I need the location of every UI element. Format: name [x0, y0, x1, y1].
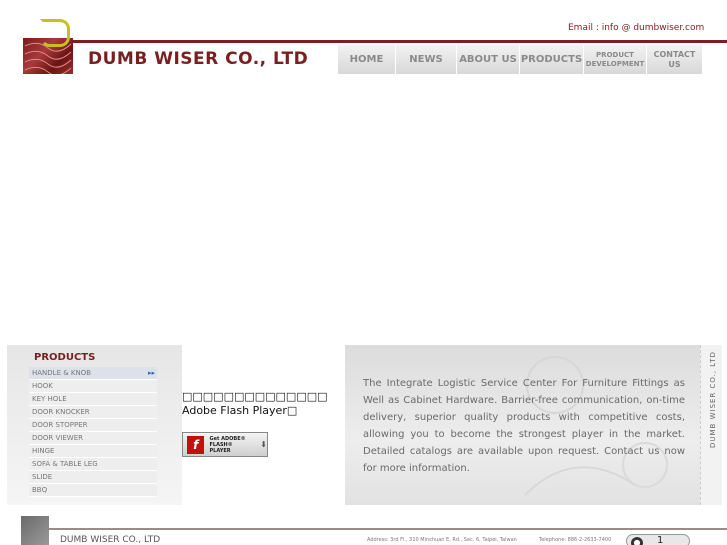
category-label: HANDLE & KNOB [32, 369, 92, 377]
category-item[interactable]: SOFA & TABLE LEG [29, 458, 157, 471]
email-link[interactable]: Email : info @ dumbwiser.com [568, 23, 704, 33]
footer-company-name: DUMB WISER CO., LTD [60, 535, 161, 545]
like-count: 1 [657, 535, 664, 545]
footer-divider [23, 528, 727, 530]
flash-badge-line2: FLASH® PLAYER [209, 441, 233, 454]
about-description: The Integrate Logistic Service Center Fo… [363, 378, 685, 474]
category-item[interactable]: HANDLE & KNOB ▸▸ [29, 367, 157, 380]
category-label: KEY HOLE [32, 395, 67, 403]
category-item[interactable]: HINGE [29, 445, 157, 458]
category-item[interactable]: DOOR KNOCKER [29, 406, 157, 419]
category-item[interactable]: HOOK [29, 380, 157, 393]
footer-address: Address: 3rd Fl., 310 Minchuan E. Rd., S… [367, 537, 517, 543]
category-label: SOFA & TABLE LEG [32, 460, 98, 468]
nav-contact-us[interactable]: CONTACT US [647, 45, 703, 74]
category-label: DOOR STOPPER [32, 421, 88, 429]
footer-logo [21, 516, 49, 545]
flash-badge-label: Get ADOBE® FLASH® PLAYER [209, 436, 254, 454]
download-arrow-icon: ⬇ [260, 440, 267, 449]
header-divider [23, 40, 727, 43]
footer-phone: Telephone: 886-2-2633-7400 [539, 537, 612, 543]
vertical-company-label: DUMB WISER CO., LTD [709, 351, 717, 448]
products-heading: PRODUCTS [34, 352, 96, 363]
nav-home[interactable]: HOME [338, 45, 396, 74]
page: Email : info @ dumbwiser.com DUMB WISER … [0, 0, 727, 545]
flash-area [182, 345, 344, 505]
category-label: SLIDE [32, 473, 53, 481]
category-item[interactable]: DOOR VIEWER [29, 432, 157, 445]
nav-about-us[interactable]: ABOUT US [457, 45, 520, 74]
category-label: HINGE [32, 447, 55, 455]
main-nav: HOME NEWS ABOUT US PRODUCTS PRODUCT DEVE… [338, 45, 703, 74]
get-flash-player-button[interactable]: f Get ADOBE® FLASH® PLAYER ⬇ [182, 432, 268, 457]
like-icon: ● [631, 537, 643, 545]
logo-mark-icon [40, 19, 70, 47]
category-label: HOOK [32, 382, 53, 390]
category-item[interactable]: BBQ [29, 484, 157, 497]
category-label: DOOR VIEWER [32, 434, 83, 442]
category-list: HANDLE & KNOB ▸▸ HOOK KEY HOLE DOOR KNOCK… [29, 367, 157, 497]
nav-product-development[interactable]: PRODUCT DEVELOPMENT [584, 45, 647, 74]
arrow-right-icon: ▸▸ [147, 369, 155, 377]
category-label: DOOR KNOCKER [32, 408, 90, 416]
category-item[interactable]: KEY HOLE [29, 393, 157, 406]
nav-news[interactable]: NEWS [396, 45, 457, 74]
company-name: DUMB WISER CO., LTD [88, 49, 309, 69]
flash-icon: f [187, 435, 205, 454]
category-label: BBQ [32, 486, 48, 494]
category-item[interactable]: SLIDE [29, 471, 157, 484]
category-item[interactable]: DOOR STOPPER [29, 419, 157, 432]
nav-products[interactable]: PRODUCTS [520, 45, 584, 74]
flash-message: □□□□□□□□□□□□□□ Adobe Flash Player□ [182, 390, 328, 417]
like-widget[interactable]: ● 1 [626, 534, 690, 545]
